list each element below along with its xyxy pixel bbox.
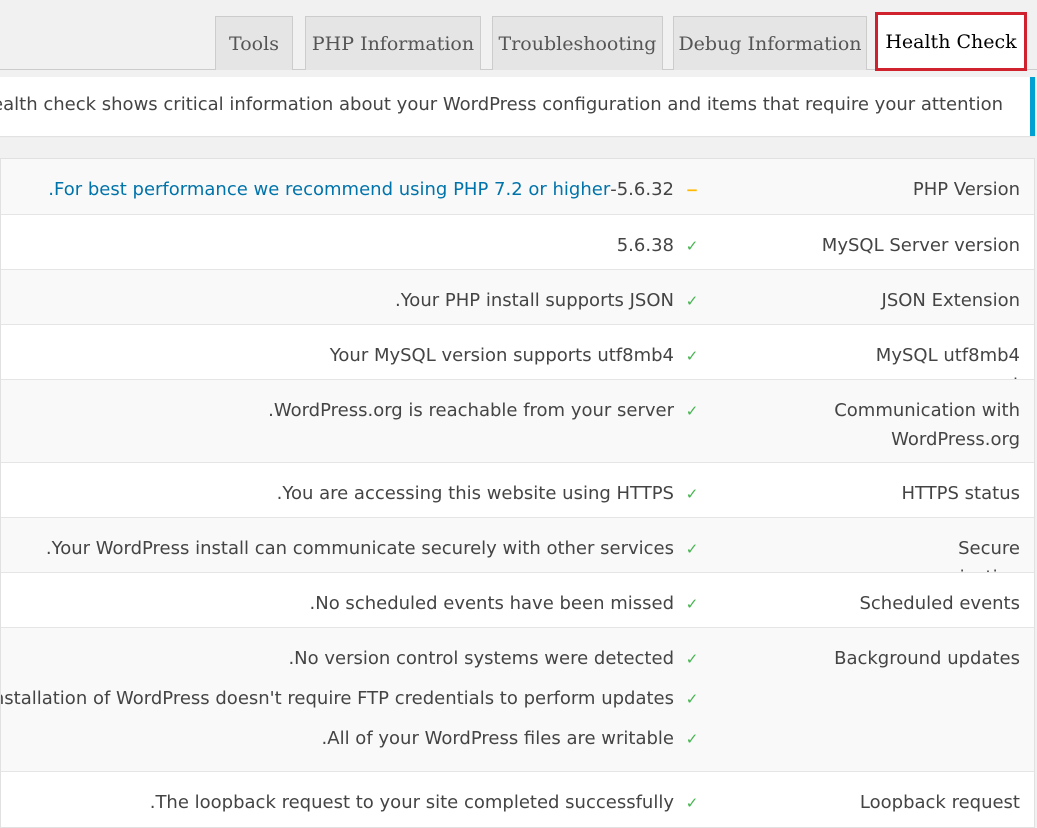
check-icon: ✓ — [685, 729, 699, 748]
check-row-scheduled-events: Scheduled events .No scheduled events ha… — [1, 573, 1034, 628]
check-status: .WordPress.org is reachable from your se… — [268, 396, 704, 425]
tab-health-check[interactable]: Health Check — [875, 12, 1027, 71]
status-item: ur installation of WordPress doesn't req… — [1, 684, 704, 713]
info-notice: The health check shows critical informat… — [0, 77, 1035, 136]
php-recommendation-link[interactable]: .For best performance we recommend using… — [48, 179, 610, 200]
warning-icon: − — [685, 180, 699, 199]
check-status: Your MySQL version supports utf8mb4 ✓ — [330, 341, 704, 370]
status-text: .WordPress.org is reachable from your se… — [268, 400, 674, 421]
tab-debug-information[interactable]: Debug Information — [673, 16, 867, 70]
check-icon: ✓ — [685, 689, 699, 708]
status-item: .For best performance we recommend using… — [48, 175, 704, 204]
check-row-secure-communication: Secure communication .Your WordPress ins… — [1, 518, 1034, 573]
check-label: MySQL Server version — [821, 235, 1020, 256]
check-label: Loopback request — [859, 792, 1020, 813]
check-row-background-updates: Background updates .No version control s… — [1, 628, 1034, 772]
status-text: 5.6.38 — [616, 235, 674, 256]
check-label: Background updates — [834, 648, 1020, 669]
check-status: .You are accessing this website using HT… — [277, 479, 704, 508]
status-item: Your MySQL version supports utf8mb4 ✓ — [330, 341, 704, 370]
check-icon: ✓ — [685, 236, 699, 255]
tab-tools[interactable]: Tools — [215, 16, 293, 70]
check-status: .No scheduled events have been missed ✓ — [310, 589, 704, 618]
check-icon: ✓ — [685, 484, 699, 503]
tab-php-information[interactable]: PHP Information — [305, 16, 481, 70]
check-status: .Your WordPress install can communicate … — [46, 534, 704, 563]
check-status: 5.6.38 ✓ — [617, 231, 704, 260]
check-icon: ✓ — [685, 291, 699, 310]
check-row-mysql-utf8mb4: MySQL utf8mb4 support Your MySQL version… — [1, 325, 1034, 380]
check-status: .For best performance we recommend using… — [48, 175, 704, 204]
status-item: .The loopback request to your site compl… — [150, 788, 704, 817]
status-item: .Your PHP install supports JSON ✓ — [395, 286, 704, 315]
status-text: .All of your WordPress files are writabl… — [321, 728, 674, 749]
status-text: .Your WordPress install can communicate … — [45, 538, 674, 559]
check-icon: ✓ — [685, 539, 699, 558]
status-item: .No version control systems were detecte… — [1, 644, 704, 673]
status-item: .Your WordPress install can communicate … — [46, 534, 704, 563]
check-icon: ✓ — [685, 346, 699, 365]
check-label: Scheduled events — [859, 593, 1020, 614]
check-label: Secure communication — [881, 538, 1020, 572]
health-check-table: PHP Version .For best performance we rec… — [0, 158, 1035, 828]
check-label: Communication with WordPress.org — [834, 400, 1020, 450]
check-label: HTTPS status — [901, 483, 1020, 504]
status-text: .Your PHP install supports JSON — [394, 290, 674, 311]
status-text: 5.6.32 — [616, 179, 674, 200]
status-text: Your MySQL version supports utf8mb4 — [329, 345, 674, 366]
status-item: .You are accessing this website using HT… — [277, 479, 704, 508]
status-text: .No scheduled events have been missed — [309, 593, 674, 614]
status-text: .The loopback request to your site compl… — [149, 792, 674, 813]
tab-bar: Tools PHP Information Troubleshooting De… — [0, 0, 1037, 71]
check-row-loopback-request: Loopback request .The loopback request t… — [1, 772, 1034, 827]
check-row-json-extension: JSON Extension .Your PHP install support… — [1, 270, 1034, 325]
status-item: .All of your WordPress files are writabl… — [1, 724, 704, 753]
check-label: JSON Extension — [881, 290, 1020, 311]
check-icon: ✓ — [685, 793, 699, 812]
tab-troubleshooting[interactable]: Troubleshooting — [492, 16, 663, 70]
check-row-https-status: HTTPS status .You are accessing this web… — [1, 463, 1034, 518]
check-icon: ✓ — [685, 649, 699, 668]
notice-text: The health check shows critical informat… — [0, 94, 1003, 115]
check-row-php-version: PHP Version .For best performance we rec… — [1, 159, 1034, 215]
check-row-wordpress-org: Communication with WordPress.org .WordPr… — [1, 380, 1034, 463]
check-row-mysql-server-version: MySQL Server version 5.6.38 ✓ — [1, 215, 1034, 270]
status-text: ur installation of WordPress doesn't req… — [1, 688, 674, 709]
check-label: PHP Version — [912, 179, 1020, 200]
check-status: .The loopback request to your site compl… — [150, 788, 704, 817]
check-icon: ✓ — [685, 594, 699, 613]
status-item: .No scheduled events have been missed ✓ — [310, 589, 704, 618]
check-status: .Your PHP install supports JSON ✓ — [395, 286, 704, 315]
check-status: .No version control systems were detecte… — [1, 644, 704, 753]
status-item: 5.6.38 ✓ — [617, 231, 704, 260]
status-text: .No version control systems were detecte… — [288, 648, 674, 669]
status-item: .WordPress.org is reachable from your se… — [268, 396, 704, 425]
check-label: MySQL utf8mb4 support — [875, 345, 1020, 379]
check-icon: ✓ — [685, 401, 699, 420]
status-text: .You are accessing this website using HT… — [276, 483, 674, 504]
